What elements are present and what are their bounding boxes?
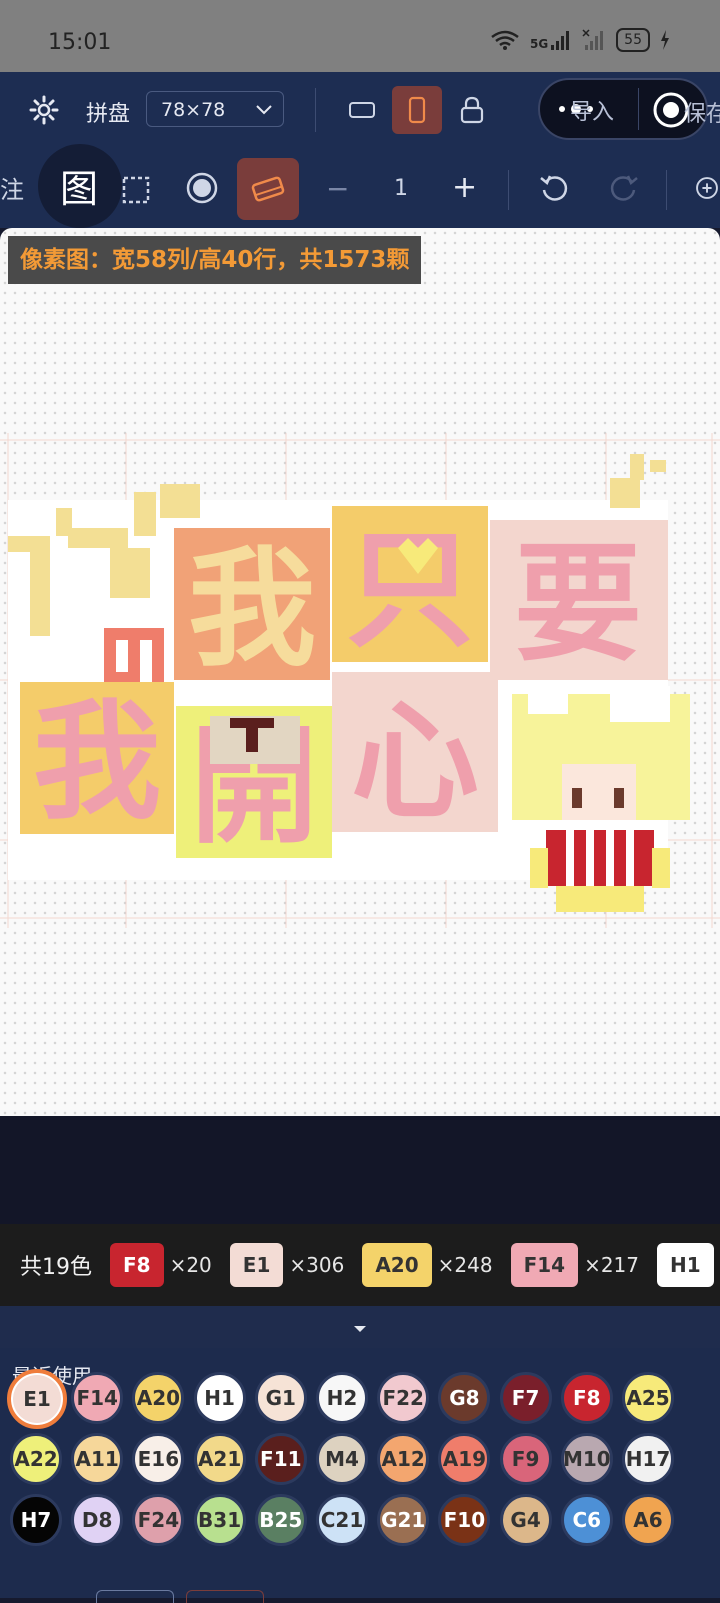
eraser-tool-button[interactable] (237, 158, 299, 220)
color-chip-count: ×248 (438, 1253, 493, 1277)
color-chip-a20[interactable]: A20 (362, 1243, 431, 1287)
status-icons: 5G 55 (490, 28, 670, 52)
color-count-label: 共19色 (20, 1249, 92, 1281)
color-swatch-c21[interactable]: C21 (316, 1494, 368, 1546)
color-swatch-e1[interactable]: E1 (7, 1369, 67, 1429)
color-swatch-a21[interactable]: A21 (194, 1433, 246, 1485)
size-value: 78×78 (161, 99, 225, 121)
color-swatch-f24[interactable]: F24 (132, 1494, 184, 1546)
color-chip-f8[interactable]: F8 (110, 1243, 164, 1287)
select-area-icon[interactable] (116, 170, 156, 210)
color-swatch-f14[interactable]: F14 (71, 1372, 123, 1424)
t-creature-figure (210, 716, 300, 764)
caret-down-icon (0, 1306, 720, 1348)
color-chip-f14[interactable]: F14 (511, 1243, 579, 1287)
capsule-divider (638, 88, 639, 130)
tile-1-char: 我 (188, 535, 316, 684)
import-button[interactable]: 导入 (570, 94, 614, 126)
portrait-orientation-button[interactable] (392, 86, 442, 134)
color-swatch-a11[interactable]: A11 (71, 1433, 123, 1485)
left-clipped-label: 注 (0, 170, 24, 205)
image-label: 图 (60, 158, 98, 213)
color-swatch-e16[interactable]: E16 (132, 1433, 184, 1485)
color-swatch-m4[interactable]: M4 (316, 1433, 368, 1485)
signal-5g-icon: 5G (530, 29, 572, 51)
network-type: 5G (530, 37, 548, 51)
color-swatch-b25[interactable]: B25 (255, 1494, 307, 1546)
color-summary-bar: 共19色 F8×20E1×306A20×248F14×217H1×15 (0, 1224, 720, 1306)
fill-circle-icon[interactable] (182, 168, 222, 208)
divider (666, 170, 667, 210)
color-swatch-g8[interactable]: G8 (438, 1372, 490, 1424)
collapse-toggle[interactable] (0, 1306, 720, 1348)
gear-icon[interactable] (26, 92, 62, 128)
color-chip-e1[interactable]: E1 (230, 1243, 284, 1287)
canvas-footer-space (0, 1116, 720, 1224)
divider (315, 88, 316, 132)
color-swatch-a25[interactable]: A25 (622, 1372, 674, 1424)
color-swatch-h17[interactable]: H17 (622, 1433, 674, 1485)
color-swatch-a20[interactable]: A20 (132, 1372, 184, 1424)
bottom-tab-2[interactable] (186, 1590, 264, 1603)
tile-3-char: 要 (514, 530, 642, 679)
music-note-icon (104, 628, 164, 684)
charging-icon (660, 30, 670, 50)
tile-2-char: 只 (346, 516, 474, 665)
image-mode-button[interactable]: 图 (38, 144, 122, 228)
undo-icon[interactable] (534, 168, 574, 208)
color-swatch-a12[interactable]: A12 (377, 1433, 429, 1485)
bead-canvas[interactable]: 像素图：宽58列/高40行，共1573颗 我 只 要 我 開 (0, 228, 720, 1116)
color-chips: F8×20E1×306A20×248F14×217H1×15 (110, 1243, 720, 1287)
pixel-artwork: 我 只 要 我 開 心 (0, 228, 720, 1116)
color-swatch-b31[interactable]: B31 (194, 1494, 246, 1546)
color-swatch-g21[interactable]: G21 (377, 1494, 429, 1546)
color-swatch-f7[interactable]: F7 (500, 1372, 552, 1424)
bottom-tab-1[interactable] (96, 1590, 174, 1603)
battery-indicator: 55 (616, 28, 650, 52)
color-chip-count: ×20 (170, 1253, 212, 1277)
tile-4-char: 我 (33, 688, 161, 837)
chevron-down-icon (255, 92, 273, 128)
save-button[interactable]: 保存 (684, 96, 720, 128)
color-swatch-g1[interactable]: G1 (255, 1372, 307, 1424)
color-swatch-c6[interactable]: C6 (561, 1494, 613, 1546)
zoom-in-icon[interactable] (694, 170, 720, 206)
color-swatch-f10[interactable]: F10 (438, 1494, 490, 1546)
sparkle-shape (610, 454, 666, 508)
capsule-menu: 导入 (538, 78, 708, 140)
color-swatch-h2[interactable]: H2 (316, 1372, 368, 1424)
color-chip-h1[interactable]: H1 (657, 1243, 714, 1287)
color-swatch-h1[interactable]: H1 (194, 1372, 246, 1424)
stepper-plus-button[interactable]: + (452, 170, 477, 205)
stepper-minus-button[interactable]: − (326, 172, 349, 205)
color-chip-count: ×306 (289, 1253, 344, 1277)
status-time: 15:01 (48, 30, 111, 55)
color-swatch-g4[interactable]: G4 (500, 1494, 552, 1546)
recent-colors-panel: 最近使用 E1F14A20H1G1H2F22G8F7F8A25A22A11E16… (0, 1348, 720, 1598)
stepper-value: 1 (394, 176, 408, 201)
tile-6-char: 心 (351, 688, 479, 837)
color-swatch-a6[interactable]: A6 (622, 1494, 674, 1546)
color-chip-count: ×217 (584, 1253, 639, 1277)
lock-icon[interactable] (452, 90, 492, 130)
status-bar: 15:01 5G 55 (0, 0, 720, 72)
divider (508, 170, 509, 210)
color-swatch-m10[interactable]: M10 (561, 1433, 613, 1485)
color-swatch-a19[interactable]: A19 (438, 1433, 490, 1485)
mode-label: 拼盘 (86, 96, 130, 128)
color-swatch-f9[interactable]: F9 (500, 1433, 552, 1485)
wifi-icon (490, 29, 520, 51)
chibi-girl-figure (512, 684, 690, 912)
color-swatch-a22[interactable]: A22 (10, 1433, 62, 1485)
color-swatch-f22[interactable]: F22 (377, 1372, 429, 1424)
color-swatch-f11[interactable]: F11 (255, 1433, 307, 1485)
color-swatch-f8[interactable]: F8 (561, 1372, 613, 1424)
signal-icon (582, 29, 606, 51)
redo-icon[interactable] (604, 168, 644, 208)
color-swatch-d8[interactable]: D8 (71, 1494, 123, 1546)
color-swatch-h7[interactable]: H7 (10, 1494, 62, 1546)
landscape-orientation-button[interactable] (342, 92, 382, 128)
size-select[interactable]: 78×78 (146, 91, 284, 127)
